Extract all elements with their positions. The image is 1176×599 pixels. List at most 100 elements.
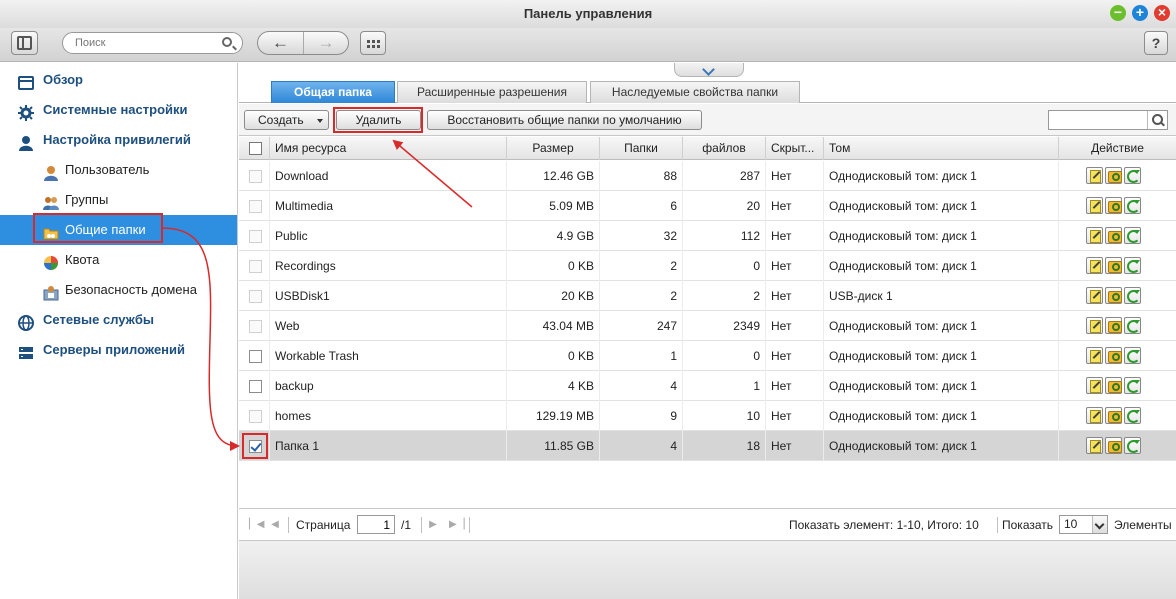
table-row[interactable]: Public 4.9 GB 32 112 Нет Однодисковый том: ди… [239, 221, 1176, 251]
column-header-size[interactable]: Размер [506, 137, 599, 160]
search-input[interactable] [75, 36, 215, 50]
edit-properties-icon[interactable] [1086, 167, 1103, 184]
next-page-icon[interactable]: ▶ [427, 519, 439, 531]
edit-permissions-icon[interactable] [1105, 227, 1122, 244]
edit-properties-icon[interactable] [1086, 287, 1103, 304]
pager-separator [421, 517, 422, 533]
edit-permissions-icon[interactable] [1105, 437, 1122, 454]
column-header-name[interactable]: Имя ресурса [269, 137, 506, 160]
row-checkbox[interactable] [249, 380, 262, 393]
column-header-action[interactable]: Действие [1058, 137, 1176, 160]
table-row[interactable]: Download 12.46 GB 88 287 Нет Однодисковый том… [239, 161, 1176, 191]
table-row[interactable]: Workable Trash 0 KB 1 0 Нет Однодисковый том:… [239, 341, 1176, 371]
edit-properties-icon[interactable] [1086, 377, 1103, 394]
edit-permissions-icon[interactable] [1105, 317, 1122, 334]
edit-permissions-icon[interactable] [1105, 257, 1122, 274]
sidebar-item[interactable]: Сетевые службы [0, 305, 237, 335]
sidebar-item[interactable]: Общие папки [0, 215, 237, 245]
cell-volume: Однодисковый том: диск 1 [823, 221, 1058, 251]
cell-volume: Однодисковый том: диск 1 [823, 161, 1058, 191]
last-page-icon[interactable]: ▶▕ [449, 519, 464, 531]
edit-properties-icon[interactable] [1086, 347, 1103, 364]
column-header-folders[interactable]: Папки [599, 137, 682, 160]
help-button[interactable]: ? [1144, 31, 1168, 55]
row-checkbox[interactable] [249, 440, 262, 453]
filter-input[interactable] [1049, 111, 1147, 129]
edit-permissions-icon[interactable] [1105, 197, 1122, 214]
cell-hidden: Нет [765, 401, 823, 431]
column-header-volume[interactable]: Том [823, 137, 1058, 160]
grid-icon [377, 45, 380, 48]
sidebar-item[interactable]: Группы [0, 185, 237, 215]
refresh-icon[interactable] [1124, 197, 1141, 214]
table-row[interactable]: Multimedia 5.09 MB 6 20 Нет Однодисковый том:… [239, 191, 1176, 221]
tab-shared-folder[interactable]: Общая папка [271, 81, 395, 103]
sidebar-item[interactable]: Серверы приложений [0, 335, 237, 365]
sidebar-item[interactable]: Системные настройки [0, 95, 237, 125]
collapse-toggle[interactable] [674, 63, 744, 77]
edit-properties-icon[interactable] [1086, 317, 1103, 334]
sidebar-item-label: Серверы приложений [43, 342, 186, 357]
edit-permissions-icon[interactable] [1105, 167, 1122, 184]
create-button[interactable]: Создать [244, 110, 329, 130]
search-box[interactable] [62, 32, 243, 54]
table-row[interactable]: Recordings 0 KB 2 0 Нет Однодисковый том: дис… [239, 251, 1176, 281]
edit-properties-icon[interactable] [1086, 407, 1103, 424]
column-header-hidden[interactable]: Скрыт... [765, 137, 823, 160]
sidebar-item[interactable]: Пользователь [0, 155, 237, 185]
filter-box[interactable] [1048, 110, 1168, 130]
table-row[interactable]: Папка 1 11.85 GB 4 18 Нет Однодисковый том: д… [239, 431, 1176, 461]
row-actions [1086, 317, 1141, 334]
forward-button[interactable]: → [302, 32, 348, 54]
sidebar-item[interactable]: Обзор [0, 65, 237, 95]
refresh-icon[interactable] [1124, 407, 1141, 424]
table-row[interactable]: homes 129.19 MB 9 10 Нет Однодисковый том: ди… [239, 401, 1176, 431]
select-all-checkbox[interactable] [249, 142, 262, 155]
edit-properties-icon[interactable] [1086, 227, 1103, 244]
close-button[interactable]: × [1154, 5, 1170, 21]
layout-icon [17, 36, 32, 50]
search-icon[interactable] [222, 37, 232, 47]
edit-permissions-icon[interactable] [1105, 347, 1122, 364]
refresh-icon[interactable] [1124, 257, 1141, 274]
column-header-files[interactable]: файлов [682, 137, 765, 160]
back-button[interactable]: ← [258, 32, 303, 54]
grid-icon [372, 40, 375, 43]
refresh-icon[interactable] [1124, 227, 1141, 244]
sidebar-item[interactable]: Настройка привилегий [0, 125, 237, 155]
sidebar-item[interactable]: Безопасность домена [0, 275, 237, 305]
edit-properties-icon[interactable] [1086, 437, 1103, 454]
edit-properties-icon[interactable] [1086, 197, 1103, 214]
search-icon[interactable] [1147, 111, 1167, 129]
per-page-select[interactable]: 10 [1059, 515, 1108, 534]
first-page-icon[interactable]: ▏◀ [249, 519, 264, 531]
refresh-icon[interactable] [1124, 317, 1141, 334]
table-row[interactable]: Web 43.04 MB 247 2349 Нет Однодисковый том: д… [239, 311, 1176, 341]
cell-hidden: Нет [765, 341, 823, 371]
row-checkbox[interactable] [249, 350, 262, 363]
refresh-icon[interactable] [1124, 347, 1141, 364]
home-button[interactable] [11, 31, 38, 55]
tab-advanced-permissions[interactable]: Расширенные разрешения [397, 81, 587, 103]
table-row[interactable]: USBDisk1 20 KB 2 2 Нет USB-диск 1 [239, 281, 1176, 311]
prev-page-icon[interactable]: ◀ [269, 519, 281, 531]
apps-grid-button[interactable] [360, 31, 386, 55]
cell-volume: USB-диск 1 [823, 281, 1058, 311]
refresh-icon[interactable] [1124, 377, 1141, 394]
cell-name: Download [269, 161, 506, 191]
edit-permissions-icon[interactable] [1105, 407, 1122, 424]
edit-permissions-icon[interactable] [1105, 377, 1122, 394]
refresh-icon[interactable] [1124, 437, 1141, 454]
edit-permissions-icon[interactable] [1105, 287, 1122, 304]
refresh-icon[interactable] [1124, 167, 1141, 184]
sidebar-item[interactable]: Квота [0, 245, 237, 275]
edit-properties-icon[interactable] [1086, 257, 1103, 274]
minimize-button[interactable]: − [1110, 5, 1126, 21]
maximize-button[interactable]: + [1132, 5, 1148, 21]
table-row[interactable]: backup 4 KB 4 1 Нет Однодисковый том: диск 1 [239, 371, 1176, 401]
restore-defaults-button[interactable]: Восстановить общие папки по умолчанию [427, 110, 702, 130]
chevron-down-icon[interactable] [1092, 516, 1107, 533]
refresh-icon[interactable] [1124, 287, 1141, 304]
tab-inherited-properties[interactable]: Наследуемые свойства папки [590, 81, 800, 103]
page-number-input[interactable] [357, 515, 395, 534]
